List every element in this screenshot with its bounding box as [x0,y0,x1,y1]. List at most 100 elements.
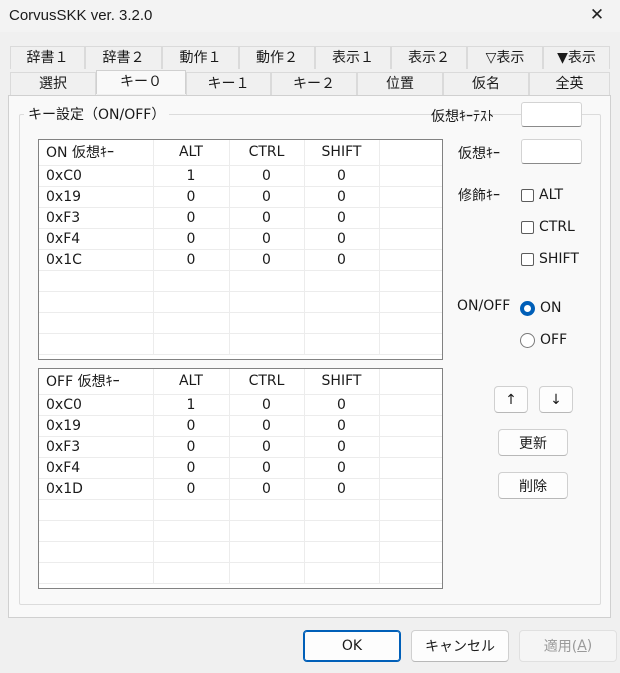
column-header[interactable]: ON 仮想ｷｰ [39,140,154,166]
empty-row [39,291,442,313]
column-header[interactable]: OFF 仮想ｷｰ [39,369,154,395]
ctrl-checkbox[interactable]: CTRL [521,219,575,235]
empty-row [39,541,442,563]
column-header[interactable]: CTRL [229,369,305,395]
cell: 0xF3 [39,207,154,229]
tab-key1[interactable]: キー１ [186,72,271,95]
move-up-button[interactable]: ↑ [494,386,528,413]
apply-label-prefix: 適用( [543,639,578,655]
onoff-label: ON/OFF [457,298,511,314]
cell: 0 [153,478,230,500]
empty-row [39,520,442,542]
table-row[interactable]: 0xF3 0 0 0 [39,207,442,229]
ok-button[interactable]: OK [303,630,401,662]
table-row[interactable]: 0x1D 0 0 0 [39,478,442,500]
cell: 1 [153,165,230,187]
tab-key2[interactable]: キー２ [271,72,357,95]
tab-position[interactable]: 位置 [357,72,443,95]
cell-blank [379,207,442,229]
tab-display2[interactable]: 表示２ [391,46,467,69]
column-header-blank [379,140,442,166]
column-header[interactable]: ALT [153,369,230,395]
list-header: ON 仮想ｷｰ ALT CTRL SHIFT [39,140,442,166]
table-row[interactable]: 0xF4 0 0 0 [39,228,442,250]
column-header[interactable]: SHIFT [304,369,380,395]
delete-button[interactable]: 削除 [498,472,568,499]
column-header[interactable]: SHIFT [304,140,380,166]
tab-select[interactable]: 選択 [10,72,96,95]
checkbox-box [521,252,534,266]
cell: 0 [229,457,305,479]
table-row[interactable]: 0xF4 0 0 0 [39,457,442,479]
checkbox-box [521,188,534,202]
tab-kana[interactable]: 仮名 [443,72,529,95]
off-key-list[interactable]: OFF 仮想ｷｰ ALT CTRL SHIFT 0xC0 1 0 0 0x19 0 0 0 … [38,368,443,589]
cell: 0 [304,436,380,458]
tab-display-filled-triangle[interactable]: ▼表示 [543,46,610,69]
close-button[interactable]: ✕ [574,0,620,30]
cell: 0 [229,436,305,458]
cell: 0 [229,478,305,500]
move-down-button[interactable]: ↓ [539,386,573,413]
modifier-key-label: 修飾ｷｰ [458,188,500,204]
cell: 1 [153,394,230,416]
cell-blank [379,249,442,271]
cell: 0 [229,165,305,187]
table-row[interactable]: 0xF3 0 0 0 [39,436,442,458]
table-row[interactable]: 0x19 0 0 0 [39,415,442,437]
virtual-key-test-field[interactable] [521,102,582,127]
empty-row [39,562,442,584]
cell: 0x19 [39,415,154,437]
virtual-key-test-label: 仮想ｷｰﾃｽﾄ [431,109,494,125]
cell: 0 [229,186,305,208]
tab-display1[interactable]: 表示１ [315,46,391,69]
table-row[interactable]: 0xC0 1 0 0 [39,394,442,416]
off-radio[interactable]: OFF [520,332,567,348]
cell: 0 [304,457,380,479]
table-row[interactable]: 0x1C 0 0 0 [39,249,442,271]
tab-dict1[interactable]: 辞書１ [10,46,85,69]
shift-checkbox[interactable]: SHIFT [521,251,579,267]
cell-blank [379,478,442,500]
column-header[interactable]: CTRL [229,140,305,166]
update-button[interactable]: 更新 [498,429,568,456]
radio-label: OFF [540,332,568,348]
cell: 0 [153,207,230,229]
table-row[interactable]: 0x19 0 0 0 [39,186,442,208]
cell-blank [379,436,442,458]
checkbox-box [521,220,534,234]
cancel-button[interactable]: キャンセル [411,630,509,662]
cell-blank [379,415,442,437]
cell: 0 [153,249,230,271]
apply-label-suffix: ) [586,638,593,654]
cell: 0xF4 [39,457,154,479]
tab-full-alpha[interactable]: 全英 [529,72,610,95]
cell: 0 [229,228,305,250]
column-header[interactable]: ALT [153,140,230,166]
cell: 0 [304,228,380,250]
cell: 0 [304,165,380,187]
on-key-list[interactable]: ON 仮想ｷｰ ALT CTRL SHIFT 0xC0 1 0 0 0x19 0 0 0 0… [38,139,443,360]
empty-row [39,270,442,292]
radio-label: ON [540,300,562,316]
cell-blank [379,228,442,250]
virtual-key-field[interactable] [521,139,582,164]
apply-button[interactable]: 適用(A) [519,630,617,662]
table-row[interactable]: 0xC0 1 0 0 [39,165,442,187]
cell: 0xC0 [39,394,154,416]
tab-action2[interactable]: 動作２ [239,46,315,69]
window-title: CorvusSKK ver. 3.2.0 [9,7,153,24]
tab-display-open-triangle[interactable]: ▽表示 [467,46,543,69]
virtual-key-label: 仮想ｷｰ [458,146,500,162]
cell: 0x1D [39,478,154,500]
tab-dict2[interactable]: 辞書２ [85,46,162,69]
cell: 0 [153,415,230,437]
cell-blank [379,165,442,187]
cell: 0 [304,207,380,229]
alt-checkbox[interactable]: ALT [521,187,563,203]
tab-row-2: 選択 キー０ キー１ キー２ 位置 仮名 全英 [10,70,610,95]
on-radio[interactable]: ON [520,300,562,316]
column-header-blank [379,369,442,395]
tab-key0[interactable]: キー０ [96,70,186,94]
tab-action1[interactable]: 動作１ [162,46,239,69]
